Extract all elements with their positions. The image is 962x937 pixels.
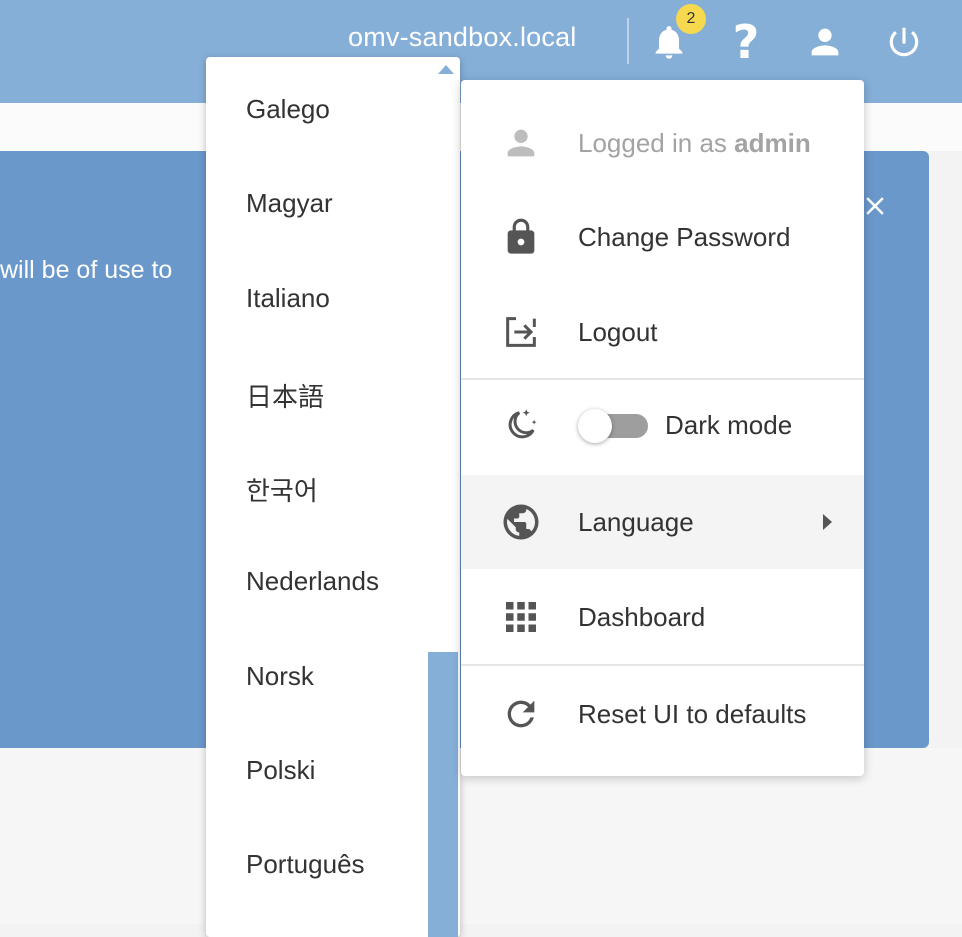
logout-label: Logout [578, 316, 658, 347]
language-scrollbar[interactable] [428, 652, 458, 937]
dashboard-label: Dashboard [578, 601, 706, 632]
logged-in-prefix: Logged in as [578, 127, 735, 158]
language-option[interactable]: Italiano [246, 283, 330, 314]
chevron-right-icon [823, 514, 832, 530]
power-button[interactable] [880, 18, 928, 66]
user-icon [811, 28, 839, 56]
globe-icon [499, 500, 543, 544]
language-option[interactable]: Nederlands [246, 566, 379, 597]
account-icon [499, 121, 543, 165]
language-submenu: Galego Magyar Italiano 日本語 한국어 Nederland… [206, 57, 460, 937]
user-menu-button[interactable] [801, 18, 849, 66]
logged-in-info: Logged in as admin [461, 96, 864, 190]
language-option[interactable]: Português [246, 849, 365, 880]
logout-item[interactable]: Logout [461, 285, 864, 379]
language-option[interactable]: Norsk [246, 661, 314, 692]
language-option[interactable]: Galego [246, 94, 330, 125]
notification-badge: 2 [676, 4, 706, 34]
grid-icon [499, 595, 543, 639]
close-icon [866, 197, 884, 215]
moon-stars-icon [499, 403, 543, 447]
power-icon [889, 27, 919, 57]
menu-divider [461, 664, 864, 666]
language-option[interactable]: 한국어 [246, 471, 318, 508]
dark-mode-item[interactable]: Dark mode [461, 378, 864, 472]
language-label: Language [578, 506, 694, 537]
dashboard-item[interactable]: Dashboard [461, 570, 864, 664]
change-password-label: Change Password [578, 221, 791, 252]
hostname-label: omv-sandbox.local [348, 22, 577, 52]
logged-in-username: admin [734, 127, 811, 158]
language-option[interactable]: Magyar [246, 188, 333, 219]
reset-ui-item[interactable]: Reset UI to defaults [461, 667, 864, 761]
language-option[interactable]: Polski [246, 755, 315, 786]
user-dropdown-menu: Logged in as admin Change Password Logou… [461, 80, 864, 776]
toggle-thumb [578, 409, 612, 443]
dark-mode-toggle[interactable] [578, 408, 650, 443]
lock-icon [499, 215, 543, 259]
help-button[interactable]: ? [722, 18, 770, 66]
toolbar-divider [627, 18, 629, 64]
language-option[interactable]: 日本語 [246, 377, 324, 414]
alert-text: will be of use to [0, 256, 173, 284]
language-item[interactable]: Language [461, 475, 864, 569]
refresh-icon [499, 692, 543, 736]
dark-mode-label: Dark mode [665, 409, 793, 440]
reset-ui-label: Reset UI to defaults [578, 698, 807, 729]
logout-icon [499, 310, 543, 354]
change-password-item[interactable]: Change Password [461, 190, 864, 284]
help-icon: ? [732, 15, 760, 69]
scroll-up-arrow-icon[interactable] [438, 65, 454, 74]
